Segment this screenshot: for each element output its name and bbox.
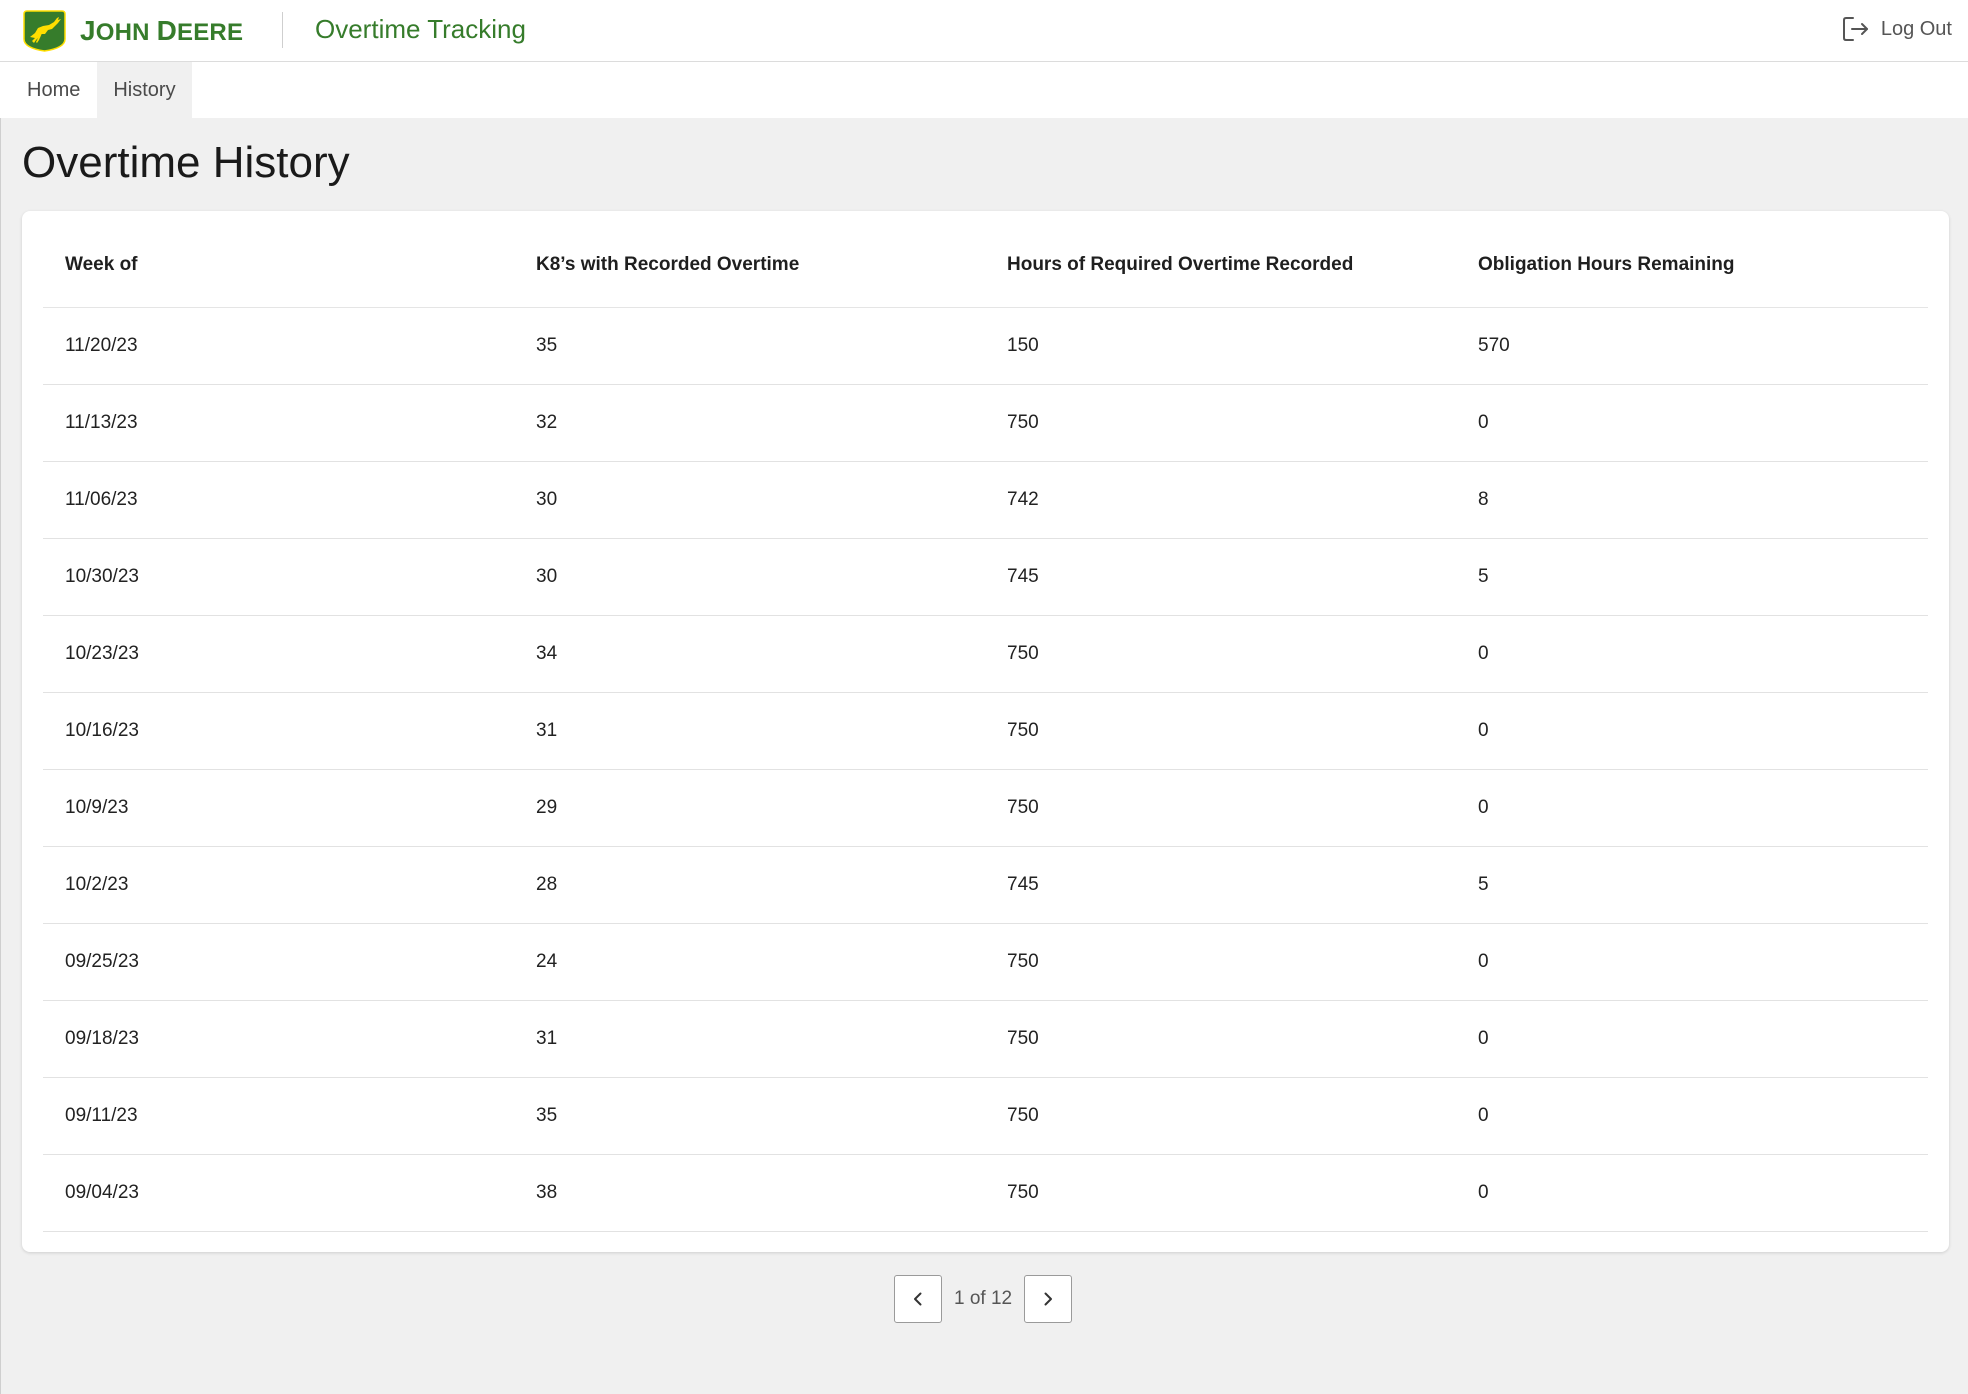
week-of-cell: 09/04/23 xyxy=(65,1182,139,1203)
k8-count-cell: 35 xyxy=(536,335,558,356)
hours-recorded-cell: 750 xyxy=(1007,951,1039,972)
table-row: 09/18/23 31 750 0 xyxy=(43,1001,1928,1078)
k8-count-cell: 34 xyxy=(536,643,558,664)
k8-count-cell: 31 xyxy=(536,1028,558,1049)
obligation-remaining-cell: 0 xyxy=(1478,1028,1489,1049)
hours-recorded-cell: 750 xyxy=(1007,643,1039,664)
hours-recorded-cell: 750 xyxy=(1007,797,1039,818)
chevron-right-icon xyxy=(1044,1292,1053,1306)
table-row: 10/16/23 31 750 0 xyxy=(43,693,1928,770)
week-of-cell: 09/25/23 xyxy=(65,951,139,972)
week-of-cell: 11/13/23 xyxy=(65,412,138,433)
obligation-remaining-cell: 0 xyxy=(1478,720,1489,741)
page-title: Overtime History xyxy=(22,138,350,187)
table-row: 11/06/23 30 742 8 xyxy=(43,462,1928,539)
k8-count-cell: 24 xyxy=(536,951,558,972)
table-row: 10/9/23 29 750 0 xyxy=(43,770,1928,847)
k8-count-cell: 32 xyxy=(536,412,558,433)
obligation-remaining-cell: 5 xyxy=(1478,874,1489,895)
week-of-cell: 10/30/23 xyxy=(65,566,139,587)
week-of-cell: 10/16/23 xyxy=(65,720,139,741)
table-row: 09/25/23 24 750 0 xyxy=(43,924,1928,1001)
obligation-remaining-cell: 8 xyxy=(1478,489,1489,510)
obligation-remaining-cell: 0 xyxy=(1478,951,1489,972)
column-header-obligation-remaining: Obligation Hours Remaining xyxy=(1478,254,1735,275)
obligation-remaining-cell: 0 xyxy=(1478,643,1489,664)
week-of-cell: 09/11/23 xyxy=(65,1105,138,1126)
brand-name: JOHN DEERE xyxy=(80,15,244,46)
obligation-remaining-cell: 570 xyxy=(1478,335,1510,356)
week-of-cell: 10/2/23 xyxy=(65,874,129,895)
hours-recorded-cell: 750 xyxy=(1007,1105,1039,1126)
nav-tabs: Home History xyxy=(0,62,1968,118)
k8-count-cell: 35 xyxy=(536,1105,558,1126)
week-of-cell: 10/9/23 xyxy=(65,797,129,818)
page-indicator: 1 of 12 xyxy=(954,1288,1013,1309)
column-header-k8s-with-overtime: K8’s with Recorded Overtime xyxy=(536,254,800,275)
week-of-cell: 11/20/23 xyxy=(65,335,138,356)
app-header: JOHN DEERE Overtime Tracking Log Out xyxy=(0,0,1968,62)
table-row: 09/04/23 38 750 0 xyxy=(43,1155,1928,1232)
obligation-remaining-cell: 0 xyxy=(1478,797,1489,818)
table-row: 11/20/23 35 150 570 xyxy=(43,308,1928,385)
k8-count-cell: 38 xyxy=(536,1182,558,1203)
chevron-left-icon xyxy=(914,1292,922,1306)
pagination: 1 of 12 xyxy=(894,1274,1073,1324)
hours-recorded-cell: 750 xyxy=(1007,1028,1039,1049)
history-card: Week of K8’s with Recorded Overtime Hour… xyxy=(22,211,1949,1252)
hours-recorded-cell: 742 xyxy=(1007,489,1039,510)
app-title: Overtime Tracking xyxy=(315,14,526,44)
hours-recorded-cell: 750 xyxy=(1007,412,1039,433)
table-row: 10/23/23 34 750 0 xyxy=(43,616,1928,693)
column-header-week-of: Week of xyxy=(65,254,138,275)
overtime-history-table: Week of K8’s with Recorded Overtime Hour… xyxy=(43,211,1928,1232)
table-row: 09/11/23 35 750 0 xyxy=(43,1078,1928,1155)
logout-arrow-icon xyxy=(1842,17,1868,41)
obligation-remaining-cell: 5 xyxy=(1478,566,1489,587)
k8-count-cell: 30 xyxy=(536,489,558,510)
table-row: 10/2/23 28 745 5 xyxy=(43,847,1928,924)
table-row: 11/13/23 32 750 0 xyxy=(43,385,1928,462)
hours-recorded-cell: 745 xyxy=(1007,566,1039,587)
hours-recorded-cell: 745 xyxy=(1007,874,1039,895)
hours-recorded-cell: 150 xyxy=(1007,335,1039,356)
obligation-remaining-cell: 0 xyxy=(1478,412,1489,433)
table-body: 11/20/23 35 150 570 11/13/23 32 750 0 11… xyxy=(43,308,1928,1232)
obligation-remaining-cell: 0 xyxy=(1478,1105,1489,1126)
logout-label: Log Out xyxy=(1880,17,1952,40)
header-divider xyxy=(282,12,283,48)
obligation-remaining-cell: 0 xyxy=(1478,1182,1489,1203)
logout-button[interactable]: Log Out xyxy=(1841,14,1952,44)
next-page-button[interactable] xyxy=(1024,1275,1073,1323)
table-header-row: Week of K8’s with Recorded Overtime Hour… xyxy=(43,211,1928,308)
nav-tab-history[interactable]: History xyxy=(97,62,192,118)
brand[interactable]: JOHN DEERE xyxy=(21,10,243,52)
leaping-deer-logo xyxy=(23,10,66,52)
k8-count-cell: 31 xyxy=(536,720,558,741)
week-of-cell: 09/18/23 xyxy=(65,1028,139,1049)
week-of-cell: 11/06/23 xyxy=(65,489,138,510)
table-row: 10/30/23 30 745 5 xyxy=(43,539,1928,616)
page-left-border xyxy=(0,118,1,1394)
hours-recorded-cell: 750 xyxy=(1007,1182,1039,1203)
nav-tab-home[interactable]: Home xyxy=(0,62,97,118)
column-header-hours-recorded: Hours of Required Overtime Recorded xyxy=(1007,254,1354,275)
k8-count-cell: 30 xyxy=(536,566,558,587)
k8-count-cell: 29 xyxy=(536,797,558,818)
hours-recorded-cell: 750 xyxy=(1007,720,1039,741)
previous-page-button[interactable] xyxy=(894,1275,942,1323)
week-of-cell: 10/23/23 xyxy=(65,643,139,664)
k8-count-cell: 28 xyxy=(536,874,558,895)
